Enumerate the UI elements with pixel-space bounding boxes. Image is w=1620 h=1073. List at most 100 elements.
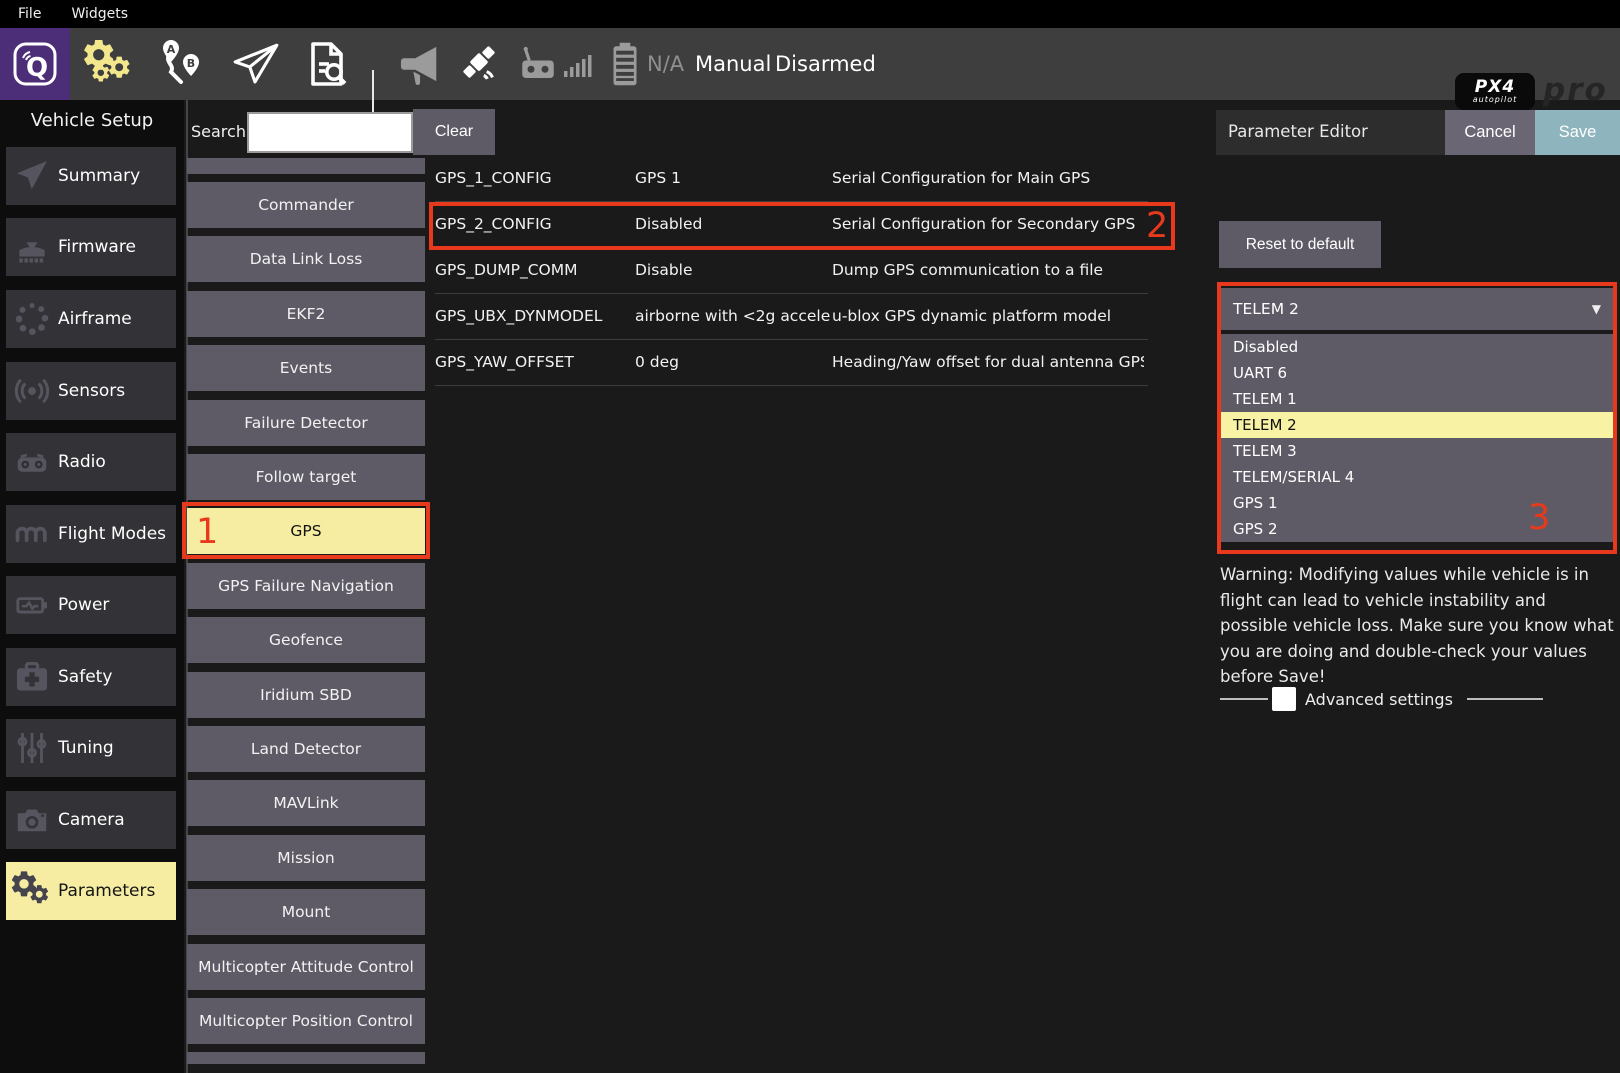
dropdown-selected-value: TELEM 2 — [1221, 300, 1299, 318]
sidebar-item-tuning[interactable]: Tuning — [6, 719, 176, 777]
group-item-failure-detector[interactable]: Failure Detector — [187, 400, 425, 446]
qgroundcontrol-window: File Widgets Q — [0, 0, 1620, 1073]
group-item-ekf2[interactable]: EKF2 — [187, 291, 425, 337]
group-item-events[interactable]: Events — [187, 345, 425, 391]
signal-bars-icon[interactable] — [560, 28, 596, 100]
battery-status-button[interactable] — [604, 28, 646, 100]
advanced-settings-checkbox[interactable] — [1272, 687, 1296, 711]
analyze-mode-button[interactable] — [294, 28, 360, 100]
dropdown-option-telem1[interactable]: TELEM 1 — [1221, 386, 1613, 412]
param-row-gps-yaw-offset[interactable]: GPS_YAW_OFFSET 0 deg Heading/Yaw offset … — [435, 340, 1148, 386]
group-item-data-link-loss[interactable]: Data Link Loss — [187, 236, 425, 282]
search-label: Search: — [191, 122, 251, 141]
vehicle-setup-mode-button[interactable] — [75, 28, 143, 100]
group-item-gps[interactable]: GPS — [187, 508, 425, 554]
flight-modes-wave-icon — [6, 516, 58, 552]
paper-plane-icon — [6, 158, 58, 194]
clear-search-button[interactable]: Clear — [413, 109, 495, 155]
dropdown-option-telem-serial4[interactable]: TELEM/SERIAL 4 — [1221, 464, 1613, 490]
group-item-iridium-sbd[interactable]: Iridium SBD — [187, 672, 425, 718]
advanced-divider-right — [1467, 698, 1543, 700]
dropdown-option-disabled[interactable]: Disabled — [1221, 334, 1613, 360]
sidebar-item-safety[interactable]: Safety — [6, 648, 176, 706]
px4-logo: PX4 autopilot — [1455, 73, 1535, 110]
power-battery-icon — [6, 588, 58, 622]
search-input[interactable] — [247, 112, 413, 153]
parameters-gears-icon — [6, 871, 58, 911]
dropdown-option-telem3[interactable]: TELEM 3 — [1221, 438, 1613, 464]
sidebar-item-sensors[interactable]: Sensors — [6, 362, 176, 420]
group-item-gps-failure-navigation[interactable]: GPS Failure Navigation — [187, 563, 425, 609]
camera-icon — [6, 802, 58, 838]
menu-bar: File Widgets — [0, 0, 1620, 28]
firmware-download-icon — [6, 228, 58, 266]
group-item-multicopter-position-control[interactable]: Multicopter Position Control — [187, 998, 425, 1044]
plan-mode-button[interactable]: A B — [148, 28, 218, 100]
group-item-geofence[interactable]: Geofence — [187, 617, 425, 663]
cancel-button[interactable]: Cancel — [1445, 110, 1535, 155]
chevron-down-icon: ▼ — [1592, 302, 1601, 316]
log-document-icon — [303, 39, 351, 89]
group-item-partial-top[interactable]: Camera trigger — [187, 158, 425, 174]
flight-mode-indicator[interactable]: Manual — [695, 28, 771, 100]
dropdown-option-uart6[interactable]: UART 6 — [1221, 360, 1613, 386]
gps-status-button[interactable] — [452, 28, 506, 100]
group-item-commander[interactable]: Commander — [187, 182, 425, 228]
group-item-mount[interactable]: Mount — [187, 889, 425, 935]
megaphone-icon — [398, 43, 444, 85]
sidebar-item-power[interactable]: Power — [6, 576, 176, 634]
param-row-gps-1-config[interactable]: GPS_1_CONFIG GPS 1 Serial Configuration … — [435, 156, 1148, 202]
gears-icon — [82, 40, 136, 88]
toolbar-divider — [372, 70, 374, 114]
sidebar-item-firmware[interactable]: Firmware — [6, 218, 176, 276]
rc-transmitter-icon — [517, 43, 559, 85]
group-item-mission[interactable]: Mission — [187, 835, 425, 881]
airframe-dots-icon — [6, 300, 58, 338]
menu-widgets[interactable]: Widgets — [63, 6, 136, 22]
dropdown-option-list: Disabled UART 6 TELEM 1 TELEM 2 TELEM 3 … — [1221, 334, 1613, 542]
group-item-follow-target[interactable]: Follow target — [187, 454, 425, 500]
param-row-gps-ubx-dynmodel[interactable]: GPS_UBX_DYNMODEL airborne with <2g accel… — [435, 294, 1148, 340]
paper-plane-icon — [228, 39, 284, 89]
advanced-settings-label: Advanced settings — [1305, 690, 1453, 709]
param-row-gps-2-config[interactable]: GPS_2_CONFIG Disabled Serial Configurati… — [435, 202, 1148, 248]
battery-percent-label: N/A — [647, 28, 684, 100]
qgc-home-button[interactable]: Q — [0, 28, 70, 100]
group-item-land-detector[interactable]: Land Detector — [187, 726, 425, 772]
reset-to-default-button[interactable]: Reset to default — [1219, 221, 1381, 268]
plan-waypoints-icon: A B — [157, 38, 209, 90]
safety-case-icon — [6, 658, 58, 696]
armed-state-indicator[interactable]: Disarmed — [775, 28, 876, 100]
rc-rssi-button[interactable] — [514, 28, 562, 100]
main-toolbar: Q A — [0, 28, 1620, 100]
sidebar-item-camera[interactable]: Camera — [6, 791, 176, 849]
annotation-number-2: 2 — [1146, 206, 1168, 246]
qgc-logo-icon: Q — [9, 38, 61, 90]
dropdown-option-telem2[interactable]: TELEM 2 — [1221, 412, 1613, 438]
value-dropdown[interactable]: TELEM 2 ▼ — [1221, 288, 1613, 330]
save-button[interactable]: Save — [1535, 110, 1620, 155]
sidebar-title: Vehicle Setup — [0, 110, 184, 131]
advanced-divider-left — [1220, 698, 1268, 700]
group-item-partial-bottom[interactable] — [187, 1052, 425, 1064]
sensors-signal-icon — [6, 373, 58, 409]
sidebar-item-airframe[interactable]: Airframe — [6, 290, 176, 348]
sidebar-item-radio[interactable]: Radio — [6, 433, 176, 491]
satellite-icon — [456, 41, 502, 87]
param-row-gps-dump-comm[interactable]: GPS_DUMP_COMM Disable Dump GPS communica… — [435, 248, 1148, 294]
group-item-mavlink[interactable]: MAVLink — [187, 780, 425, 826]
svg-text:Q: Q — [26, 53, 48, 83]
tuning-sliders-icon — [6, 728, 58, 768]
svg-text:B: B — [187, 57, 195, 70]
sidebar-item-summary[interactable]: Summary — [6, 147, 176, 205]
vehicle-messages-button[interactable] — [392, 28, 450, 100]
group-item-multicopter-attitude-control[interactable]: Multicopter Attitude Control — [187, 944, 425, 990]
fly-mode-button[interactable] — [222, 28, 290, 100]
svg-text:A: A — [167, 43, 176, 56]
sidebar-item-flight-modes[interactable]: Flight Modes — [6, 505, 176, 563]
sidebar-item-parameters[interactable]: Parameters — [6, 862, 176, 920]
dropdown-option-gps1[interactable]: GPS 1 — [1221, 490, 1613, 516]
dropdown-option-gps2[interactable]: GPS 2 — [1221, 516, 1613, 542]
battery-icon — [607, 41, 643, 87]
menu-file[interactable]: File — [10, 6, 49, 22]
